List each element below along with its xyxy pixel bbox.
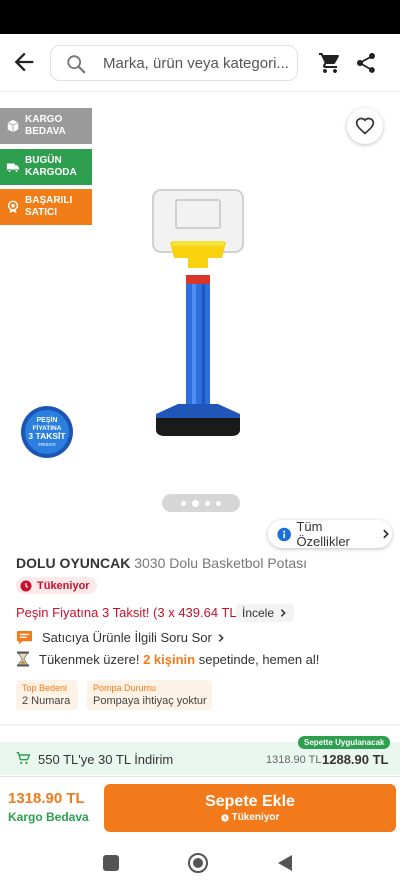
installment-offer: Peşin Fiyatına 3 Taksit! (3 x 439.64 TL) <box>16 605 241 620</box>
product-title: DOLU OYUNCAK 3030 Dolu Basketbol Potası <box>16 555 307 571</box>
back-button[interactable] <box>10 48 38 76</box>
share-icon <box>357 53 375 73</box>
add-to-cart-button[interactable]: Sepete Ekle Tükeniyor <box>104 784 396 832</box>
footer-shipping: Kargo Bedava <box>8 810 89 824</box>
footer-price: 1318.90 TL <box>8 790 85 807</box>
pagination-dot[interactable] <box>216 500 221 506</box>
successful-seller-badge: BAŞARILI SATICI <box>0 189 92 225</box>
search-placeholder: Marka, ürün veya kategori... <box>103 55 289 72</box>
urgency-prefix: Tükenmek üzere! <box>39 651 140 667</box>
urgency-count: 2 kişinin <box>143 651 196 667</box>
all-features-label: Tüm Özellikler <box>296 519 350 549</box>
gallery-pagination[interactable] <box>162 494 240 512</box>
clock-icon <box>20 580 32 591</box>
stock-status-badge: Tükeniyor <box>16 577 97 594</box>
search-input[interactable]: Marka, ürün veya kategori... <box>50 45 298 81</box>
attribute-value: 2 Numara <box>22 695 71 707</box>
badge-label: BUGÜN KARGODA <box>25 155 77 178</box>
urgency-suffix: sepetinde, hemen al! <box>198 651 320 667</box>
attribute-value: Pompaya ihtiyaç yoktur <box>93 695 207 707</box>
truck-icon <box>6 163 20 173</box>
pagination-dot[interactable] <box>192 499 199 507</box>
chevron-right-icon <box>383 529 390 539</box>
sticker-line: PEŞİN <box>36 416 57 424</box>
cart-button[interactable] <box>318 51 342 75</box>
inspect-label: İncele <box>242 606 275 620</box>
home-button[interactable] <box>188 853 208 873</box>
recent-apps-button[interactable] <box>103 855 119 871</box>
box-icon <box>7 119 19 133</box>
pagination-dot[interactable] <box>205 500 210 506</box>
product-gallery[interactable]: KARGO BEDAVA BUGÜN KARGODA BAŞARILI SATI… <box>0 92 400 524</box>
discounted-price: 1288.90 TL <box>322 752 389 767</box>
pagination-dot[interactable] <box>181 500 186 506</box>
add-to-cart-sub: Tükeniyor <box>104 812 396 823</box>
installment-promo-sticker: PEŞİN FİYATINA 3 TAKSİT FIRSATI <box>21 406 73 458</box>
product-image <box>152 189 244 436</box>
ask-seller-link[interactable]: Satıcıya Ürünle İlgili Soru Sor <box>16 630 226 645</box>
applied-in-cart-pill: Sepette Uygulanacak <box>298 736 391 749</box>
arrow-left-icon <box>14 52 34 72</box>
system-nav-bar <box>0 838 400 888</box>
original-price: 1318.90 TL <box>266 754 322 766</box>
hourglass-icon <box>17 651 29 667</box>
badge-label: BAŞARILI SATICI <box>25 195 73 218</box>
attribute-label: Pompa Durumu <box>93 683 157 693</box>
section-divider <box>0 724 400 726</box>
top-bar: Marka, ürün veya kategori... <box>0 34 400 92</box>
urgency-message: Tükenmek üzere! 2 kişinin sepetinde, hem… <box>16 651 319 667</box>
inspect-button[interactable]: İncele <box>236 604 295 622</box>
sticker-line: FIRSATI <box>38 442 55 447</box>
brand-name[interactable]: DOLU OYUNCAK <box>16 555 130 571</box>
status-bar <box>0 0 400 34</box>
discount-text: 550 TL'ye 30 TL İndirim <box>38 752 174 767</box>
ask-seller-label: Satıcıya Ürünle İlgili Soru Sor <box>42 630 212 645</box>
chevron-right-icon <box>218 633 224 642</box>
chat-icon <box>17 630 32 645</box>
heart-icon <box>355 117 375 135</box>
purchase-bar: 1318.90 TL Kargo Bedava Sepete Ekle Tüke… <box>0 776 400 838</box>
attribute-pump: Pompa Durumu Pompaya ihtiyaç yoktur <box>87 680 212 710</box>
attribute-ball-size: Top Bedeni 2 Numara <box>16 680 78 710</box>
favorite-button[interactable] <box>347 108 383 144</box>
add-to-cart-label: Sepete Ekle <box>205 793 295 810</box>
attribute-label: Top Bedeni <box>22 683 68 693</box>
system-back-button[interactable] <box>278 855 292 871</box>
cart-icon <box>16 752 30 765</box>
stock-status-label: Tükeniyor <box>37 579 90 592</box>
share-button[interactable] <box>354 51 378 75</box>
free-shipping-badge: KARGO BEDAVA <box>0 108 92 144</box>
chevron-right-icon <box>280 609 286 617</box>
info-icon <box>277 527 291 541</box>
cart-icon <box>319 53 339 73</box>
medal-icon <box>7 200 19 214</box>
all-features-button[interactable]: Tüm Özellikler <box>268 519 392 549</box>
sticker-line: 3 TAKSİT <box>28 431 66 441</box>
ships-today-badge: BUGÜN KARGODA <box>0 149 92 185</box>
clock-icon <box>220 813 229 822</box>
search-icon <box>67 55 86 74</box>
cart-discount-banner[interactable]: Sepette Uygulanacak 550 TL'ye 30 TL İndi… <box>0 736 400 775</box>
product-name: 3030 Dolu Basketbol Potası <box>134 555 308 571</box>
badge-label: KARGO BEDAVA <box>25 114 66 137</box>
add-to-cart-sub-label: Tükeniyor <box>231 812 280 823</box>
